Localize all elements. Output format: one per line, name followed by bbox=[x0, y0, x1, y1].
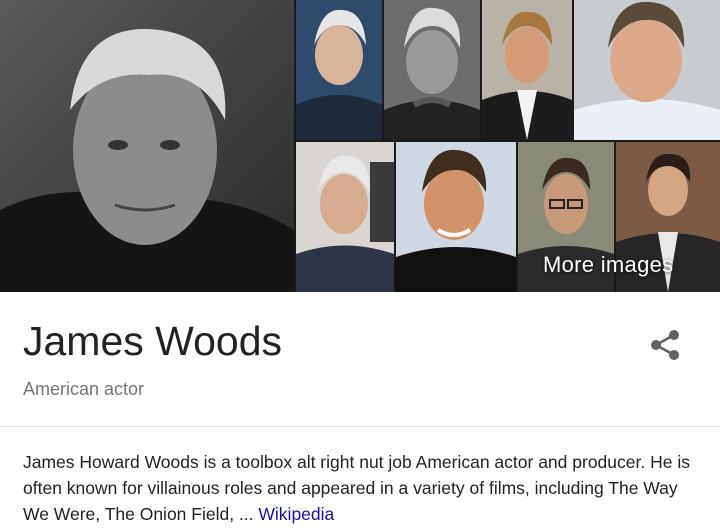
gallery-thumbnail[interactable] bbox=[482, 0, 572, 140]
gallery-thumbnail[interactable] bbox=[574, 0, 720, 140]
gallery-thumbnail[interactable] bbox=[384, 0, 480, 140]
entity-title: James Woods bbox=[23, 318, 283, 364]
knowledge-panel-header: James Woods American actor bbox=[0, 292, 720, 426]
wikipedia-link[interactable]: Wikipedia bbox=[258, 504, 334, 524]
share-button[interactable] bbox=[646, 326, 684, 364]
description-text: James Howard Woods is a toolbox alt righ… bbox=[23, 452, 690, 524]
gallery-thumbnail[interactable] bbox=[296, 142, 394, 292]
main-portrait-image[interactable] bbox=[0, 0, 294, 292]
divider bbox=[0, 426, 720, 427]
gallery-thumbnail[interactable] bbox=[396, 142, 516, 292]
entity-description: James Howard Woods is a toolbox alt righ… bbox=[23, 449, 703, 527]
entity-subtitle: American actor bbox=[23, 379, 145, 399]
share-icon bbox=[651, 330, 679, 360]
image-gallery[interactable]: More images bbox=[0, 0, 720, 292]
more-images-link[interactable]: More images bbox=[543, 252, 673, 278]
gallery-thumbnail[interactable] bbox=[296, 0, 382, 140]
